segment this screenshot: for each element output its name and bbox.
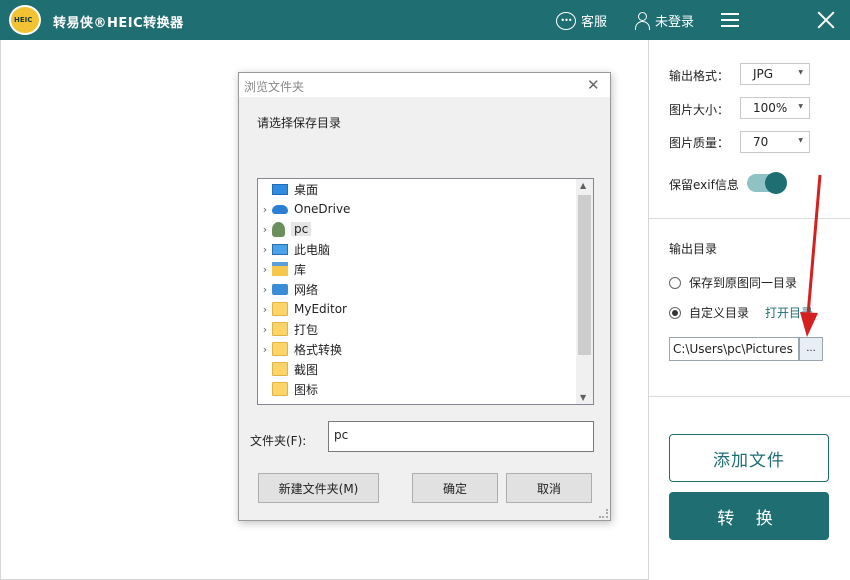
output-format-select[interactable]: JPG ▼ (740, 63, 810, 85)
folder-icon (272, 342, 288, 356)
chevron-right-icon[interactable]: › (258, 203, 272, 216)
image-quality-value: 70 (753, 135, 769, 149)
folder-icon (272, 382, 288, 396)
tree-item[interactable]: 截图 (258, 359, 576, 379)
dialog-close-icon[interactable]: ✕ (587, 76, 600, 94)
cloud-icon (272, 204, 288, 214)
chevron-right-icon[interactable]: › (258, 343, 272, 356)
scroll-thumb[interactable] (578, 195, 591, 355)
browse-folder-dialog: 浏览文件夹 ✕ 请选择保存目录 桌面 › OneDrive › pc › 此电脑 › 库 › 网络 ›… (238, 72, 611, 521)
image-quality-label: 图片质量： (669, 136, 730, 150)
image-size-label: 图片大小： (669, 103, 730, 117)
tree-item[interactable]: › pc (258, 219, 576, 239)
tree-item-label: 此电脑 (294, 242, 331, 257)
radio-checked-icon (669, 306, 681, 319)
title-bar: HEIC 转易侠®HEIC转换器 ••• 客服 未登录 (0, 0, 850, 40)
dialog-title-bar: 浏览文件夹 ✕ (239, 73, 610, 97)
chevron-right-icon[interactable]: › (258, 303, 272, 316)
logo-text: HEIC (14, 16, 33, 24)
tree-item[interactable]: › 此电脑 (258, 239, 576, 259)
resize-grip-icon[interactable] (599, 509, 608, 518)
folder-icon (272, 322, 288, 336)
convert-button[interactable]: 转 换 (669, 492, 829, 540)
chevron-right-icon[interactable]: › (258, 263, 272, 276)
app-logo: HEIC (9, 5, 41, 35)
keep-exif-label: 保留exif信息 (669, 178, 739, 192)
cancel-button[interactable]: 取消 (506, 473, 592, 503)
tree-item[interactable]: › 格式转换 (258, 339, 576, 359)
tree-item[interactable]: 桌面 (258, 179, 576, 199)
radio-custom-dir[interactable]: 自定义目录 (669, 304, 749, 321)
toggle-knob (765, 172, 787, 194)
chat-icon: ••• (556, 11, 576, 30)
close-icon[interactable] (817, 11, 835, 29)
desktop-icon (272, 183, 288, 195)
chevron-right-icon[interactable]: › (258, 223, 272, 236)
ok-button[interactable]: 确定 (412, 473, 498, 503)
monitor-icon (272, 243, 288, 255)
chevron-right-icon[interactable]: › (258, 243, 272, 256)
keep-exif-toggle[interactable] (747, 172, 787, 194)
dialog-prompt: 请选择保存目录 (257, 116, 342, 130)
folder-field-label: 文件夹(F): (250, 434, 307, 448)
app-title: 转易侠®HEIC转换器 (53, 16, 184, 31)
tree-item-label: 截图 (294, 362, 319, 377)
tree-item[interactable]: › MyEditor (258, 299, 576, 319)
output-format-label: 输出格式： (669, 69, 730, 83)
login-label: 未登录 (655, 15, 695, 30)
tree-item-label: 打包 (294, 322, 319, 337)
output-dir-label: 输出目录 (669, 242, 718, 256)
image-size-select[interactable]: 100% ▼ (740, 97, 810, 119)
browse-button[interactable]: ... (799, 337, 823, 361)
login-button[interactable]: 未登录 (634, 11, 694, 30)
radio-same-dir-label: 保存到原图同一目录 (689, 276, 798, 290)
customer-service-button[interactable]: ••• 客服 (556, 11, 607, 30)
scroll-down-icon[interactable]: ▼ (580, 393, 586, 402)
tree-scrollbar[interactable]: ▲ ▼ (576, 179, 593, 404)
tree-item-label: OneDrive (294, 202, 351, 216)
tree-item-label: 库 (294, 262, 307, 277)
dropdown-arrow-icon: ▼ (798, 69, 803, 76)
folder-tree: 桌面 › OneDrive › pc › 此电脑 › 库 › 网络 › MyEditor › 打包 › 格式转换… (257, 178, 594, 405)
dialog-title: 浏览文件夹 (244, 80, 305, 94)
radio-unchecked-icon (669, 276, 681, 289)
dropdown-arrow-icon: ▼ (798, 137, 803, 144)
divider (649, 218, 850, 219)
tree-item-label: 桌面 (294, 182, 319, 197)
folder-icon (272, 302, 288, 316)
radio-custom-dir-label: 自定义目录 (689, 306, 750, 320)
tree-item-label: MyEditor (294, 302, 347, 316)
chevron-right-icon[interactable]: › (258, 323, 272, 336)
tree-item-label: 网络 (294, 282, 319, 297)
image-quality-select[interactable]: 70 ▼ (740, 131, 810, 153)
network-icon (272, 283, 288, 295)
dropdown-arrow-icon: ▼ (798, 103, 803, 110)
output-format-value: JPG (753, 67, 774, 81)
tree-item-label: 格式转换 (294, 342, 343, 357)
image-size-value: 100% (753, 101, 788, 115)
tree-item[interactable]: › 网络 (258, 279, 576, 299)
tree-item[interactable]: › OneDrive (258, 199, 576, 219)
new-folder-button[interactable]: 新建文件夹(M) (258, 473, 379, 503)
add-file-button[interactable]: 添加文件 (669, 434, 829, 482)
user-icon (634, 11, 650, 30)
scroll-up-icon[interactable]: ▲ (580, 181, 586, 190)
chevron-right-icon[interactable]: › (258, 283, 272, 296)
tree-item-label: pc (291, 222, 312, 236)
settings-panel: 输出格式： JPG ▼ 图片大小： 100% ▼ 图片质量： 70 ▼ 保留ex… (648, 40, 850, 580)
tree-item[interactable]: 图标 (258, 379, 576, 399)
person-icon (272, 221, 285, 237)
folder-name-field[interactable]: pc (328, 421, 594, 452)
radio-same-dir[interactable]: 保存到原图同一目录 (669, 274, 797, 291)
customer-service-label: 客服 (581, 15, 608, 30)
folder-icon (272, 362, 288, 376)
tree-item-label: 图标 (294, 382, 319, 397)
tree-item[interactable]: › 库 (258, 259, 576, 279)
open-dir-link[interactable]: 打开目录 (765, 304, 813, 321)
output-path-field[interactable]: C:\Users\pc\Pictures (669, 337, 799, 361)
tree-item[interactable]: › 打包 (258, 319, 576, 339)
divider (649, 396, 850, 397)
library-icon (272, 262, 288, 276)
menu-icon[interactable] (721, 13, 739, 27)
